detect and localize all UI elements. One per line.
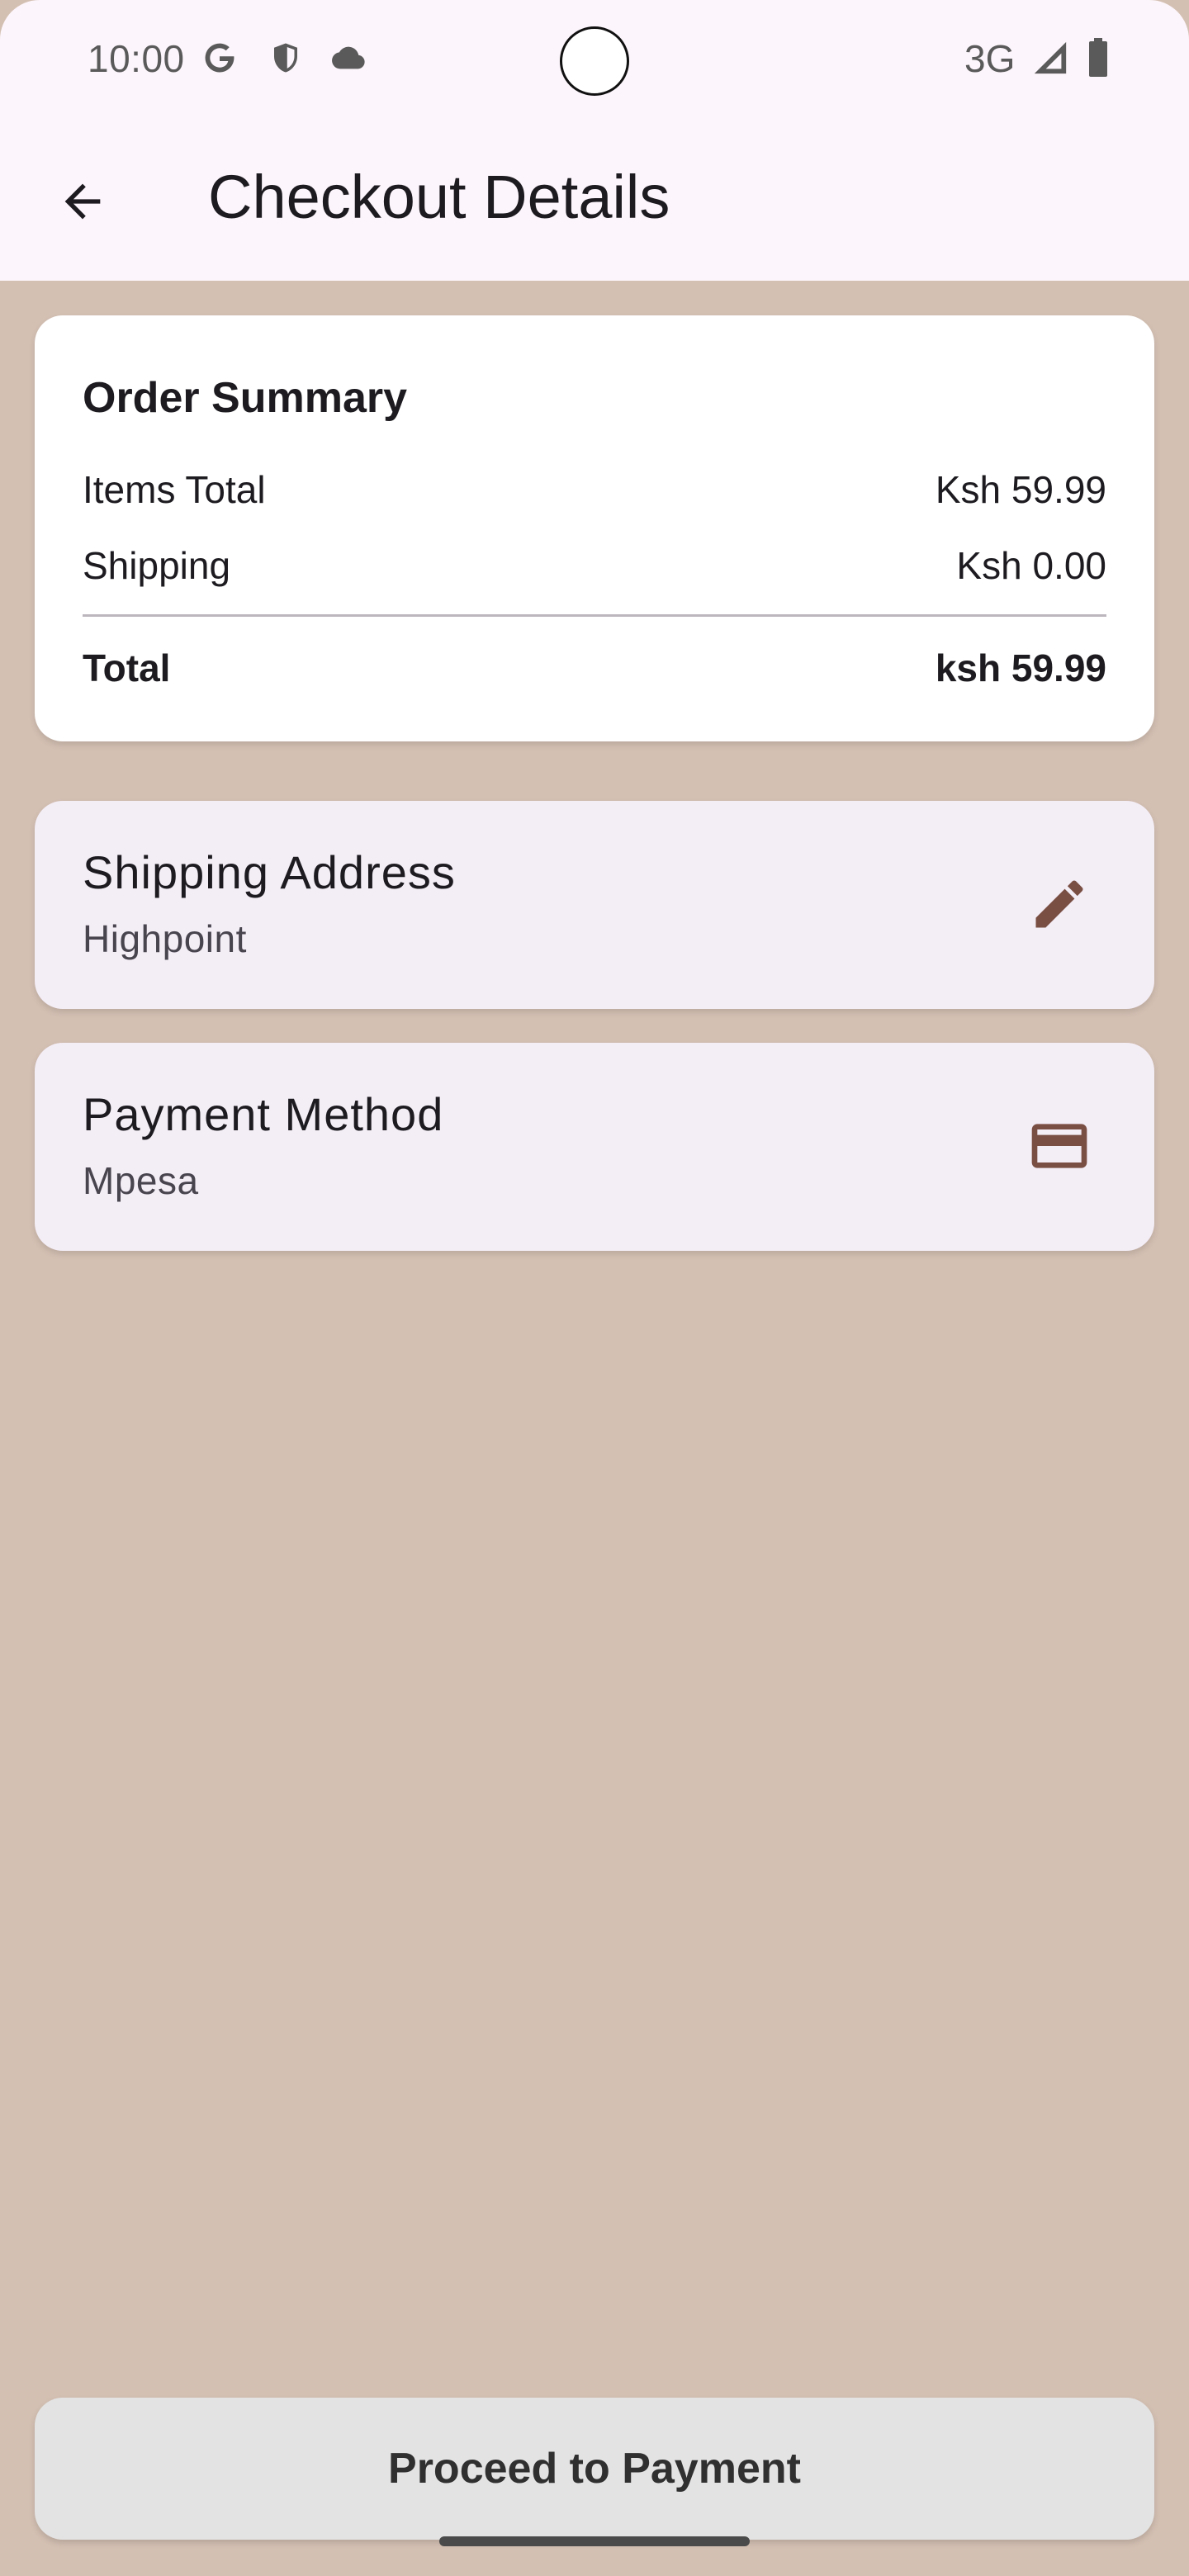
shipping-address-title: Shipping Address (83, 846, 456, 898)
back-button[interactable] (40, 159, 126, 244)
payment-method-card[interactable]: Payment Method Mpesa (35, 1043, 1154, 1251)
total-row: Total ksh 59.99 (83, 646, 1106, 690)
total-label: Total (83, 646, 171, 689)
edit-icon[interactable] (1022, 867, 1097, 941)
shipping-row: Shipping Ksh 0.00 (83, 543, 1106, 588)
proceed-to-payment-button[interactable]: Proceed to Payment (35, 2398, 1154, 2540)
page-title: Checkout Details (208, 163, 670, 231)
items-total-row: Items Total Ksh 59.99 (83, 467, 1106, 512)
network-type: 3G (964, 37, 1016, 80)
google-icon (198, 36, 241, 79)
battery-icon (1077, 36, 1120, 79)
order-summary-title: Order Summary (83, 374, 408, 422)
order-summary-card: Order Summary Items Total Ksh 59.99 Ship… (35, 315, 1154, 741)
payment-method-title: Payment Method (83, 1088, 444, 1140)
summary-divider (83, 614, 1106, 617)
total-value: ksh 59.99 (935, 646, 1106, 689)
credit-card-icon[interactable] (1022, 1109, 1097, 1183)
front-camera (560, 26, 629, 96)
payment-method-value: Mpesa (83, 1159, 199, 1202)
shipping-value: Ksh 0.00 (956, 544, 1106, 587)
arrow-back-icon (64, 183, 101, 220)
status-bar: 10:00 3G (0, 0, 1189, 124)
items-total-label: Items Total (83, 468, 266, 511)
checkout-screen: 10:00 3G Checkout Details Order Summary … (0, 0, 1189, 2576)
cloud-icon (327, 36, 370, 79)
status-time: 10:00 (88, 37, 185, 80)
signal-icon (1029, 36, 1072, 79)
items-total-value: Ksh 59.99 (935, 468, 1106, 511)
app-bar: Checkout Details (0, 124, 1189, 281)
shipping-address-card[interactable]: Shipping Address Highpoint (35, 801, 1154, 1009)
shield-icon (264, 36, 307, 79)
gesture-nav-handle[interactable] (439, 2536, 750, 2546)
shipping-address-value: Highpoint (83, 917, 247, 960)
shipping-label: Shipping (83, 544, 231, 587)
